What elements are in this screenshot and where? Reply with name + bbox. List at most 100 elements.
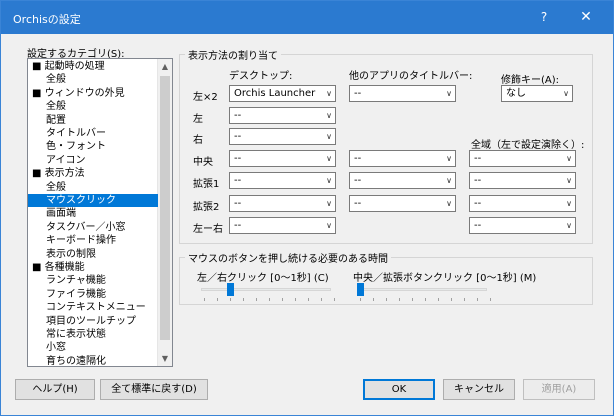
slider-tick	[256, 298, 257, 301]
tree-item[interactable]: 全般	[28, 100, 158, 113]
scroll-down-icon[interactable]: ▼	[158, 351, 172, 366]
ok-button[interactable]: OK	[363, 379, 435, 400]
desktop-column-label: デスクトップ:	[229, 71, 293, 82]
category-tree[interactable]: ▲ ▼ ■ 起動時の処理 全般 ■ ウィンドウの外見 全般 配置 タイトルバー 色・フォント…	[27, 58, 173, 367]
chevron-down-icon: ∨	[566, 199, 572, 208]
tree-item[interactable]: 常に表示状態	[28, 328, 158, 341]
middle-hold-slider[interactable]	[357, 288, 487, 291]
assign-group-title: 表示方法の割り当て	[185, 47, 281, 62]
reset-button[interactable]: 全て標準に戻す(D)	[100, 379, 208, 400]
tree-item[interactable]: ランチャ機能	[28, 274, 158, 287]
slider-tick	[295, 298, 296, 301]
cancel-button[interactable]: キャンセル	[443, 379, 515, 400]
help-title-button[interactable]: ?	[529, 1, 559, 34]
tree-item[interactable]: 小窓	[28, 341, 158, 354]
window-title: Orchisの設定	[13, 13, 81, 26]
scroll-thumb[interactable]	[160, 76, 170, 340]
titlebar-select[interactable]: -- ∨	[349, 172, 456, 189]
row-label: 右	[193, 135, 203, 146]
row-label: 左×2	[193, 92, 218, 103]
titlebar-select[interactable]: -- ∨	[349, 195, 456, 212]
row-label: 拡張1	[193, 179, 220, 190]
titlebar-column-label: 他のアプリのタイトルバー:	[349, 71, 473, 82]
global-select-value: --	[474, 220, 482, 231]
global-select[interactable]: -- ∨	[469, 195, 576, 212]
chevron-down-icon: ∨	[566, 176, 572, 185]
desktop-select[interactable]: -- ∨	[229, 217, 336, 234]
tree-item[interactable]: ファイラ機能	[28, 288, 158, 301]
global-select[interactable]: -- ∨	[469, 217, 576, 234]
tree-item[interactable]: 配置	[28, 114, 158, 127]
close-button[interactable]: ✕	[571, 1, 601, 34]
slider-tick	[308, 298, 309, 301]
modifier-value: なし	[506, 88, 526, 99]
slider-tick	[464, 298, 465, 301]
tree-item[interactable]: 全般	[28, 181, 158, 194]
tree-item[interactable]: タイトルバー	[28, 127, 158, 140]
tree-item[interactable]: 色・フォント	[28, 140, 158, 153]
desktop-select[interactable]: -- ∨	[229, 195, 336, 212]
chevron-down-icon: ∨	[326, 199, 332, 208]
slider-tick	[204, 298, 205, 301]
footer: ヘルプ(H) 全て標準に戻す(D) OK キャンセル 適用(A)	[1, 371, 613, 415]
desktop-select[interactable]: Orchis Launcher ∨	[229, 85, 336, 102]
desktop-select[interactable]: -- ∨	[229, 172, 336, 189]
tree-item[interactable]: ■ 表示方法	[28, 167, 158, 180]
slider-tick	[230, 298, 231, 301]
tree-item[interactable]: コンテキストメニュー	[28, 301, 158, 314]
titlebar-select[interactable]: -- ∨	[349, 85, 456, 102]
apply-button[interactable]: 適用(A)	[523, 379, 595, 400]
help-button[interactable]: ヘルプ(H)	[15, 379, 95, 400]
title-bar: Orchisの設定 ? ✕	[1, 1, 613, 34]
desktop-select[interactable]: -- ∨	[229, 150, 336, 167]
slider-tick	[399, 298, 400, 301]
row-label: 中央	[193, 157, 213, 168]
tree-item[interactable]: 画面端	[28, 207, 158, 220]
scroll-up-icon[interactable]: ▲	[158, 59, 172, 74]
global-select[interactable]: -- ∨	[469, 172, 576, 189]
tree-item[interactable]: マウスクリック	[28, 194, 158, 207]
desktop-select-value: --	[234, 220, 242, 231]
titlebar-select-value: --	[354, 198, 362, 209]
tree-item[interactable]: ■ ウィンドウの外見	[28, 87, 158, 100]
tree-item[interactable]: 育ちの遠隔化	[28, 355, 158, 366]
chevron-down-icon: ∨	[566, 154, 572, 163]
global-select-value: --	[474, 198, 482, 209]
chevron-down-icon: ∨	[446, 199, 452, 208]
global-select-value: --	[474, 153, 482, 164]
row-label: 左ー右	[193, 224, 223, 235]
desktop-select[interactable]: -- ∨	[229, 128, 336, 145]
desktop-select[interactable]: -- ∨	[229, 107, 336, 124]
desktop-select-value: Orchis Launcher	[234, 88, 316, 99]
slider-tick	[282, 298, 283, 301]
tree-item[interactable]: ■ 起動時の処理	[28, 60, 158, 73]
tree-item[interactable]: ■ 各種機能	[28, 261, 158, 274]
left-hold-slider[interactable]	[201, 288, 331, 291]
chevron-down-icon: ∨	[326, 132, 332, 141]
titlebar-select[interactable]: -- ∨	[349, 150, 456, 167]
middle-hold-slider-thumb[interactable]	[357, 283, 364, 296]
slider-tick	[490, 298, 491, 301]
slider-tick	[425, 298, 426, 301]
slider-tick	[321, 298, 322, 301]
tree-item[interactable]: アイコン	[28, 154, 158, 167]
tree-item[interactable]: 項目のツールチップ	[28, 315, 158, 328]
chevron-down-icon: ∨	[326, 89, 332, 98]
left-hold-slider-thumb[interactable]	[227, 283, 234, 296]
modifier-select[interactable]: なし ∨	[501, 85, 573, 102]
slider-tick	[360, 298, 361, 301]
tree-item[interactable]: キーボード操作	[28, 234, 158, 247]
tree-item[interactable]: タスクバー／小窓	[28, 221, 158, 234]
global-select[interactable]: -- ∨	[469, 150, 576, 167]
row-label: 左	[193, 114, 203, 125]
slider-tick	[412, 298, 413, 301]
slider-tick	[243, 298, 244, 301]
slider-tick	[451, 298, 452, 301]
tree-item[interactable]: 全般	[28, 73, 158, 86]
titlebar-select-value: --	[354, 153, 362, 164]
tree-item[interactable]: 表示の制限	[28, 248, 158, 261]
tree-scrollbar[interactable]: ▲ ▼	[157, 59, 172, 366]
slider-tick	[334, 298, 335, 301]
chevron-down-icon: ∨	[326, 111, 332, 120]
middle-hold-label: 中央／拡張ボタンクリック [0〜1秒] (M)	[353, 273, 537, 284]
